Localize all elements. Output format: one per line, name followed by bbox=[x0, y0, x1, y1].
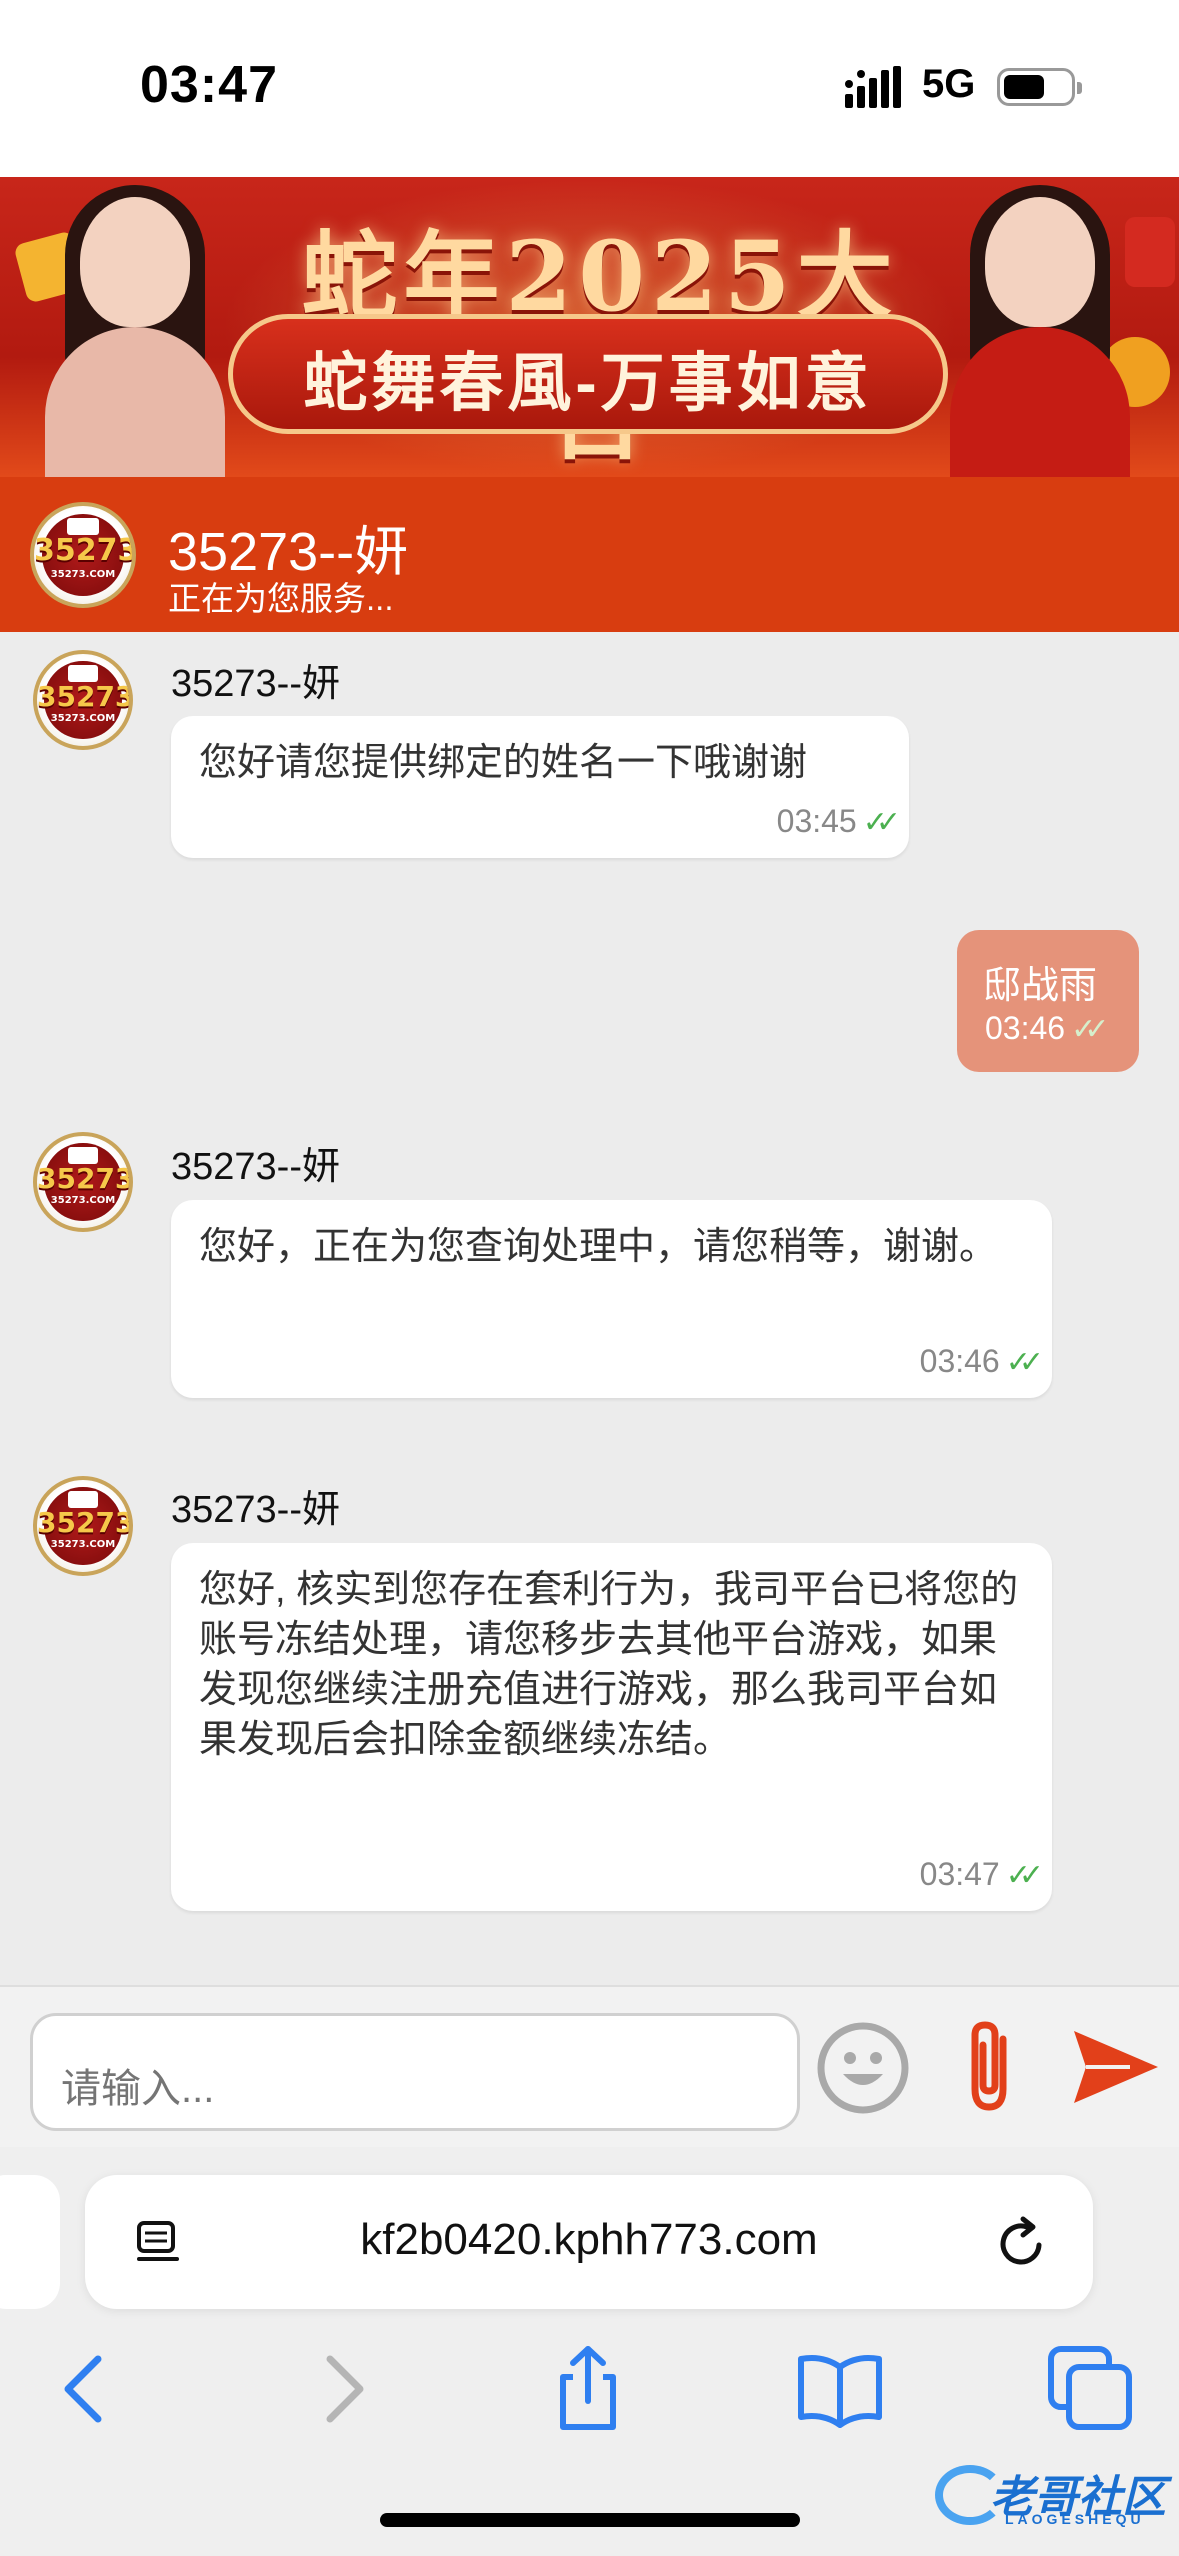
avatar-domain: 35273.COM bbox=[50, 1194, 116, 1206]
chevron-right-icon[interactable] bbox=[296, 2343, 386, 2433]
read-check-icon: ✓✓ bbox=[1005, 1346, 1044, 1379]
paperclip-icon[interactable] bbox=[955, 2017, 1025, 2117]
message-time: 03:45 bbox=[776, 803, 857, 839]
avatar-number: 35273 bbox=[37, 1505, 133, 1539]
smiley-face-icon[interactable] bbox=[817, 2022, 909, 2114]
read-check-icon: ✓✓ bbox=[1071, 1013, 1109, 1046]
message-input-bar bbox=[0, 1985, 1179, 2147]
message-time: 03:46 bbox=[985, 1010, 1066, 1046]
message-bubble-outgoing[interactable]: 邸战雨 03:46 ✓✓ bbox=[957, 930, 1139, 1072]
message-text: 您好，正在为您查询处理中，请您稍等，谢谢。 bbox=[199, 1226, 998, 1268]
message-sender: 35273--妍 bbox=[171, 1489, 340, 1531]
chat-header: 35273 35273.COM 35273--妍 正在为您服务... bbox=[0, 477, 1179, 632]
signal-bars-icon bbox=[845, 66, 901, 108]
avatar-domain: 35273.COM bbox=[50, 568, 116, 580]
previous-tab-preview[interactable] bbox=[0, 2175, 60, 2309]
status-bar: 03:47 5G bbox=[0, 0, 1179, 177]
watermark-subtext: LAOGESHEQU bbox=[1005, 2511, 1145, 2527]
message-text: 您好请您提供绑定的姓名一下哦谢谢 bbox=[199, 742, 808, 784]
avatar-domain: 35273.COM bbox=[50, 712, 116, 724]
tabs-icon[interactable] bbox=[1045, 2343, 1135, 2433]
reload-icon[interactable] bbox=[995, 2215, 1051, 2271]
message-sender: 35273--妍 bbox=[171, 1146, 340, 1188]
book-icon[interactable] bbox=[795, 2343, 885, 2433]
message-text: 您好, 核实到您存在套利行为，我司平台已将您的账号冻结处理，请您移步去其他平台游… bbox=[199, 1569, 1019, 1761]
address-bar[interactable]: kf2b0420.kphh773.com bbox=[85, 2175, 1093, 2309]
send-arrow-icon[interactable] bbox=[1070, 2027, 1160, 2107]
chevron-left-icon[interactable] bbox=[42, 2343, 132, 2433]
message-meta: 03:47 ✓✓ bbox=[919, 1856, 1044, 1893]
banner-model-left bbox=[25, 177, 245, 477]
message-bubble-incoming[interactable]: 您好，正在为您查询处理中，请您稍等，谢谢。 03:46 ✓✓ bbox=[171, 1200, 1052, 1398]
message-avatar[interactable]: 35273 35273.COM bbox=[33, 1476, 133, 1576]
read-check-icon: ✓✓ bbox=[1005, 1859, 1044, 1892]
banner-model-right bbox=[930, 177, 1150, 477]
avatar-number: 35273 bbox=[34, 533, 136, 569]
message-time: 03:46 bbox=[919, 1343, 1000, 1379]
message-meta: 03:46 ✓✓ bbox=[919, 1343, 1044, 1380]
message-avatar[interactable]: 35273 35273.COM bbox=[33, 650, 133, 750]
avatar-number: 35273 bbox=[37, 1161, 133, 1195]
agent-status: 正在为您服务... bbox=[168, 580, 394, 617]
status-time: 03:47 bbox=[140, 56, 278, 114]
watermark-logo: 老哥社区 LAOGESHEQU bbox=[935, 2455, 1175, 2535]
home-indicator[interactable] bbox=[380, 2513, 800, 2527]
avatar-domain: 35273.COM bbox=[50, 1538, 116, 1550]
message-time: 03:47 bbox=[919, 1856, 1000, 1892]
read-check-icon: ✓✓ bbox=[862, 806, 901, 839]
share-icon[interactable] bbox=[543, 2343, 633, 2433]
banner-slogan: 蛇舞春風-万事如意 bbox=[303, 347, 873, 419]
message-sender: 35273--妍 bbox=[171, 663, 340, 705]
message-text: 邸战雨 bbox=[983, 965, 1098, 1007]
network-label: 5G bbox=[922, 62, 976, 106]
avatar-number: 35273 bbox=[37, 679, 133, 713]
url-text: kf2b0420.kphh773.com bbox=[360, 2215, 818, 2264]
message-avatar[interactable]: 35273 35273.COM bbox=[33, 1132, 133, 1232]
message-input[interactable] bbox=[30, 2013, 800, 2131]
battery-icon bbox=[997, 68, 1082, 106]
agent-avatar[interactable]: 35273 35273.COM bbox=[30, 502, 136, 608]
message-meta: 03:46 ✓✓ bbox=[985, 1010, 1109, 1047]
message-bubble-incoming[interactable]: 您好, 核实到您存在套利行为，我司平台已将您的账号冻结处理，请您移步去其他平台游… bbox=[171, 1543, 1052, 1911]
promo-banner[interactable]: 蛇年2025大吉 蛇舞春風-万事如意 bbox=[0, 177, 1179, 477]
message-bubble-incoming[interactable]: 您好请您提供绑定的姓名一下哦谢谢 03:45 ✓✓ bbox=[171, 716, 909, 858]
message-meta: 03:45 ✓✓ bbox=[776, 803, 901, 840]
